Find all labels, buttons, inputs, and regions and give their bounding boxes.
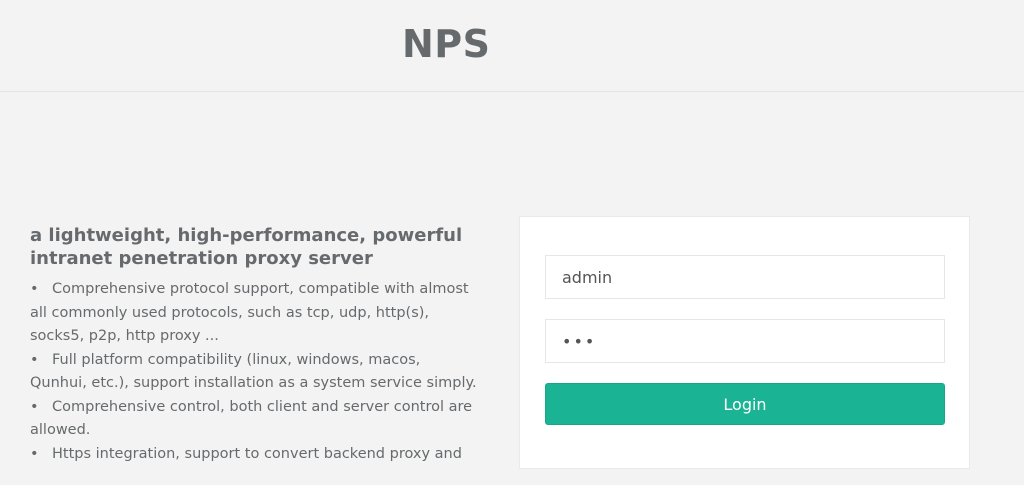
bullet-icon: • bbox=[30, 398, 39, 415]
login-button[interactable]: Login bbox=[545, 383, 945, 425]
feature-item: • Https integration, support to convert b… bbox=[30, 443, 480, 467]
bullet-icon: • bbox=[30, 445, 39, 462]
bullet-icon: • bbox=[30, 281, 39, 297]
feature-item: • Comprehensive control, both client and … bbox=[30, 396, 480, 443]
feature-item: • Comprehensive protocol support, compati… bbox=[30, 278, 480, 349]
top-header: NPS bbox=[0, 0, 1024, 92]
intro-heading: a lightweight, high-performance, powerfu… bbox=[30, 225, 463, 269]
feature-item: • Full platform compatibility (linux, win… bbox=[30, 349, 480, 396]
bullet-icon: • bbox=[30, 351, 39, 368]
feature-list: • Comprehensive protocol support, compati… bbox=[30, 278, 480, 466]
brand-title: NPS bbox=[402, 22, 491, 66]
feature-text: Https integration, support to convert ba… bbox=[52, 445, 462, 462]
password-field[interactable] bbox=[545, 319, 945, 363]
feature-text: Comprehensive protocol support, compatib… bbox=[30, 281, 469, 344]
intro-section: a lightweight, high-performance, powerfu… bbox=[30, 224, 480, 466]
feature-text: Comprehensive control, both client and s… bbox=[30, 398, 473, 439]
login-panel: Login bbox=[519, 216, 970, 469]
feature-text: Full platform compatibility (linux, wind… bbox=[30, 351, 477, 392]
username-field[interactable] bbox=[545, 255, 945, 299]
